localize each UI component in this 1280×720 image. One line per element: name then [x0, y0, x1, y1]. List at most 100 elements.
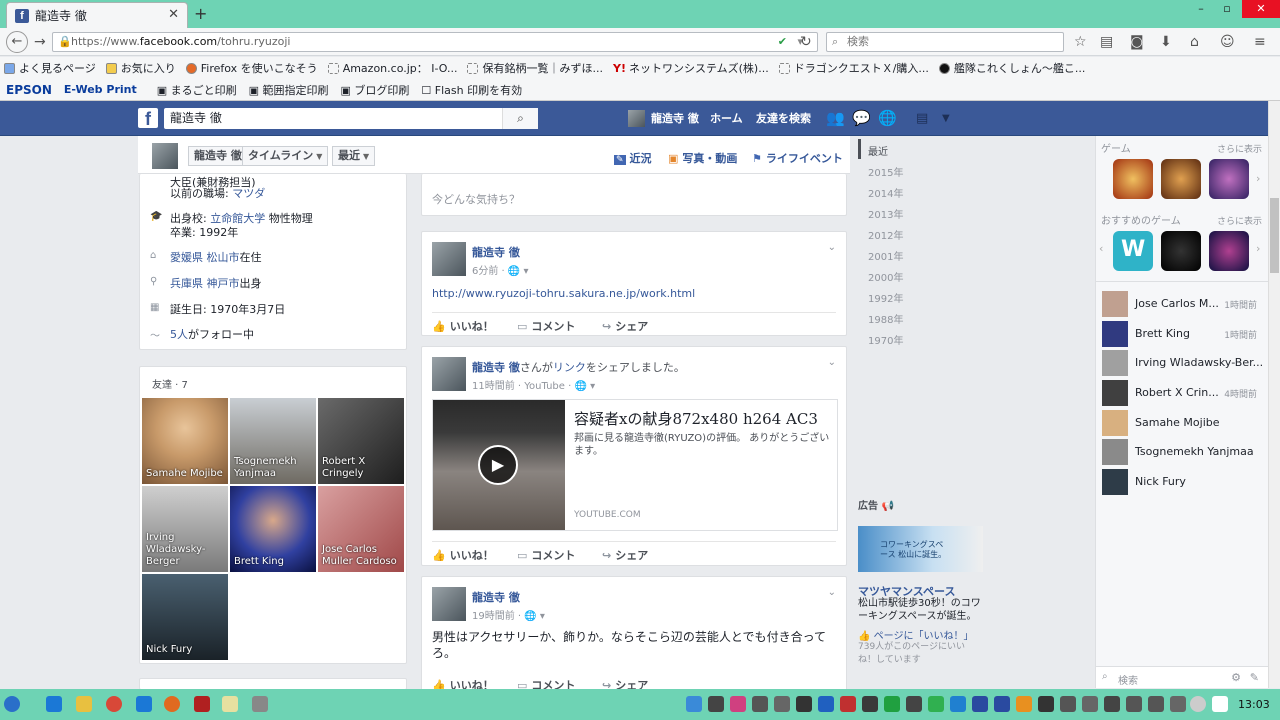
from-pref-link[interactable]: 兵庫県	[170, 277, 203, 290]
chevron-down-icon[interactable]: ⌄	[828, 357, 836, 368]
url-bar[interactable]: 🔒 https://www.facebook.com/tohru.ryuzoji…	[52, 32, 818, 52]
find-friends-link[interactable]: 友達を検索	[756, 101, 811, 136]
home-icon[interactable]: ⌂	[1190, 33, 1199, 51]
status-link[interactable]: ✎ 近況	[614, 150, 652, 166]
tray-icon[interactable]	[906, 696, 922, 712]
maximize-button[interactable]: ▫	[1216, 0, 1238, 18]
network-icon[interactable]	[1126, 696, 1142, 712]
year-link[interactable]: 2013年	[868, 206, 903, 221]
volume-icon[interactable]	[1148, 696, 1164, 712]
tray-icon[interactable]	[972, 696, 988, 712]
tray-icon[interactable]	[730, 696, 746, 712]
year-link[interactable]: 1992年	[868, 290, 903, 305]
tray-icon[interactable]	[928, 696, 944, 712]
friend-tile[interactable]: Jose Carlos Muller Cardoso	[318, 486, 404, 572]
tray-icon[interactable]	[1060, 696, 1076, 712]
tray-icon[interactable]	[796, 696, 812, 712]
year-link[interactable]: 2001年	[868, 248, 903, 263]
ad-image[interactable]: コワーキングスペース 松山に誕生。	[858, 526, 983, 572]
close-window-button[interactable]: ✕	[1242, 0, 1280, 18]
like-button[interactable]: 👍 いいね！	[432, 318, 494, 334]
tab-close-icon[interactable]: ✕	[168, 7, 179, 22]
chat-contact[interactable]: Nick Fury	[1102, 469, 1267, 495]
like-button[interactable]: 👍 いいね！	[432, 547, 494, 563]
explorer-icon[interactable]	[76, 696, 92, 712]
friend-tile[interactable]: Nick Fury	[142, 574, 228, 660]
post-time[interactable]: 6分前 · 🌐 ▾	[472, 262, 529, 277]
bookmark-item[interactable]: Y! ネットワンシステムズ(株)...	[613, 60, 769, 76]
bookmark-item[interactable]: Firefox を使いこなそう	[185, 60, 318, 76]
games-more-link[interactable]: さらに表示	[1217, 142, 1262, 155]
friend-tile[interactable]: Irving Wladawsky-Berger	[142, 486, 228, 572]
print-all-button[interactable]: ▣ まるごと印刷	[157, 82, 237, 98]
tray-icon[interactable]	[1016, 696, 1032, 712]
minimize-button[interactable]: –	[1190, 0, 1212, 18]
post-link[interactable]: http://www.ryuzoji-tohru.sakura.ne.jp/wo…	[432, 287, 695, 300]
ie-icon[interactable]	[46, 696, 62, 712]
timeline-dropdown[interactable]: タイムライン ▼	[242, 146, 329, 166]
bookmark-star-icon[interactable]: ☆	[1074, 33, 1087, 51]
scrollbar-thumb[interactable]	[1270, 198, 1279, 273]
bookmark-item[interactable]: お気に入り	[105, 60, 176, 76]
friends-title[interactable]: 友達 · 7	[152, 376, 188, 391]
from-city-link[interactable]: 神戸市	[207, 277, 240, 290]
download-icon[interactable]: ⬇	[1160, 33, 1172, 51]
menu-icon[interactable]: ≡	[1254, 33, 1266, 51]
friend-tile[interactable]: Robert X Cringely	[318, 398, 404, 484]
tray-icon[interactable]	[994, 696, 1010, 712]
chat-contact[interactable]: Robert X Crin... 4時間前	[1102, 380, 1267, 406]
bookmark-item[interactable]: Amazon.co.jp： I-O...	[327, 60, 457, 76]
post-time[interactable]: 11時間前 · YouTube · 🌐 ▾	[472, 377, 595, 392]
game-icon[interactable]	[1161, 159, 1201, 199]
chat-contact[interactable]: Irving Wladawsky-Ber...	[1102, 350, 1267, 376]
print-range-button[interactable]: ▣ 範囲指定印刷	[249, 82, 329, 98]
home-link[interactable]: ホーム	[710, 101, 743, 136]
year-link[interactable]: 2015年	[868, 164, 903, 179]
avatar[interactable]	[432, 242, 466, 276]
year-link[interactable]: 1988年	[868, 311, 903, 326]
comment-button[interactable]: ▭ コメント	[517, 318, 575, 334]
reload-icon[interactable]: ↻	[800, 33, 812, 51]
facebook-search-input[interactable]: 龍造寺 徹 ⌕	[164, 108, 538, 129]
app-icon[interactable]	[222, 696, 238, 712]
back-icon[interactable]: ←	[6, 31, 28, 53]
game-icon[interactable]: W	[1113, 231, 1153, 271]
privacy-icon[interactable]: ▤	[916, 101, 928, 136]
friend-requests-icon[interactable]: 👥	[826, 101, 845, 136]
chat-contact[interactable]: Tsognemekh Yanjmaa	[1102, 439, 1267, 465]
chat-search-input[interactable]: ⌕ 検索 ⚙ ✎	[1096, 666, 1269, 688]
reading-list-icon[interactable]: ▤	[1100, 33, 1113, 51]
chevron-down-icon[interactable]: ⌄	[828, 587, 836, 598]
profile-link[interactable]: 龍造寺 徹	[651, 101, 699, 136]
tray-icon[interactable]	[950, 696, 966, 712]
play-icon[interactable]: ▶	[478, 445, 518, 485]
previous-work-link[interactable]: マツダ	[232, 187, 265, 200]
tray-icon[interactable]	[840, 696, 856, 712]
live-city-link[interactable]: 松山市	[207, 251, 240, 264]
tray-icon[interactable]	[1082, 696, 1098, 712]
forward-icon[interactable]: →	[34, 33, 46, 51]
tray-icon[interactable]	[1170, 696, 1186, 712]
flash-print-toggle[interactable]: ☐ Flash 印刷を有効	[421, 82, 522, 98]
tray-icon[interactable]	[1104, 696, 1120, 712]
year-link[interactable]: 最近	[868, 143, 888, 158]
avatar[interactable]	[432, 587, 466, 621]
chevron-left-icon[interactable]: ‹	[1099, 242, 1103, 255]
year-link[interactable]: 1970年	[868, 332, 903, 347]
tray-icon[interactable]	[1190, 696, 1206, 712]
tray-icon[interactable]	[884, 696, 900, 712]
tray-icon[interactable]	[708, 696, 724, 712]
composer[interactable]: 今どんな気持ち？	[421, 174, 847, 216]
chat-contact[interactable]: Samahe Mojibe	[1102, 410, 1267, 436]
life-event-link[interactable]: ⚑ ライフイベント	[752, 150, 843, 166]
link-preview[interactable]: ▶ 容疑者xの献身872x480 h264 AC3 邦画に見る龍造寺徹(RYUZ…	[432, 399, 838, 531]
start-button-icon[interactable]	[4, 696, 20, 712]
year-link[interactable]: 2014年	[868, 185, 903, 200]
tray-icon[interactable]	[752, 696, 768, 712]
clock[interactable]: 13:03	[1238, 698, 1270, 711]
bookmark-item[interactable]: 保有銘柄一覧｜みずほ...	[467, 60, 603, 76]
chevron-right-icon[interactable]: ›	[1256, 242, 1260, 255]
post-author[interactable]: 龍造寺 徹	[472, 589, 520, 605]
recommended-more-link[interactable]: さらに表示	[1217, 214, 1262, 227]
avatar[interactable]	[432, 357, 466, 391]
